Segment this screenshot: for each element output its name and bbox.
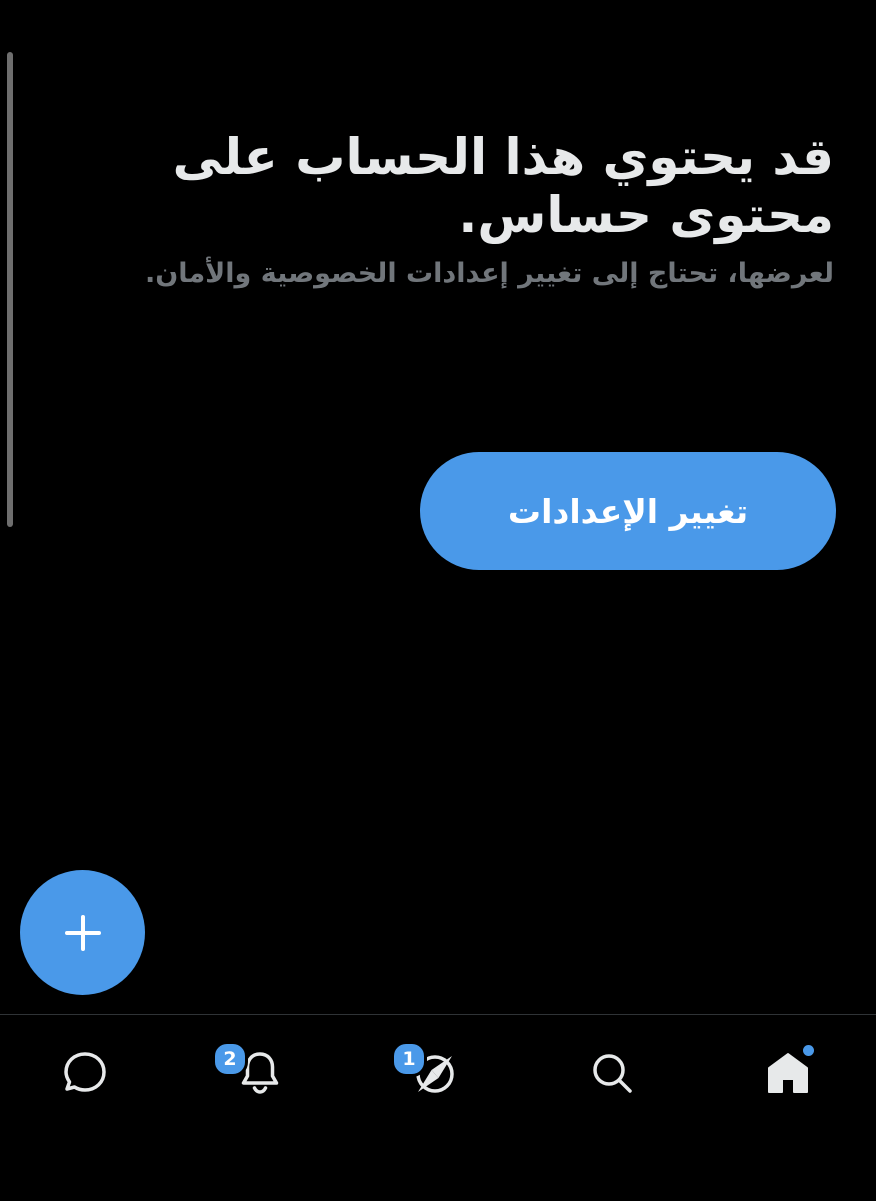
nav-search[interactable] [562, 1037, 662, 1109]
notifications-badge: 2 [212, 1041, 248, 1077]
bottom-navigation: 2 1 [0, 1014, 876, 1201]
home-unread-dot [803, 1045, 814, 1056]
plus-icon [64, 914, 101, 951]
scroll-indicator[interactable] [7, 52, 13, 527]
search-icon [593, 1054, 632, 1093]
sensitive-content-notice: قد يحتوي هذا الحساب على محتوى حساس. لعرض… [134, 128, 834, 289]
messages-icon [64, 1052, 106, 1092]
change-settings-button[interactable]: تغيير الإعدادات [420, 452, 836, 570]
nav-home[interactable] [738, 1037, 838, 1109]
compose-fab-button[interactable] [20, 870, 145, 995]
notice-subtitle: لعرضها، تحتاج إلى تغيير إعدادات الخصوصية… [145, 258, 834, 289]
nav-explore[interactable]: 1 [385, 1037, 485, 1109]
nav-messages[interactable] [35, 1037, 135, 1109]
notice-title: قد يحتوي هذا الحساب على محتوى حساس. [172, 128, 834, 244]
explore-badge: 1 [391, 1041, 427, 1077]
nav-notifications[interactable]: 2 [210, 1037, 310, 1109]
